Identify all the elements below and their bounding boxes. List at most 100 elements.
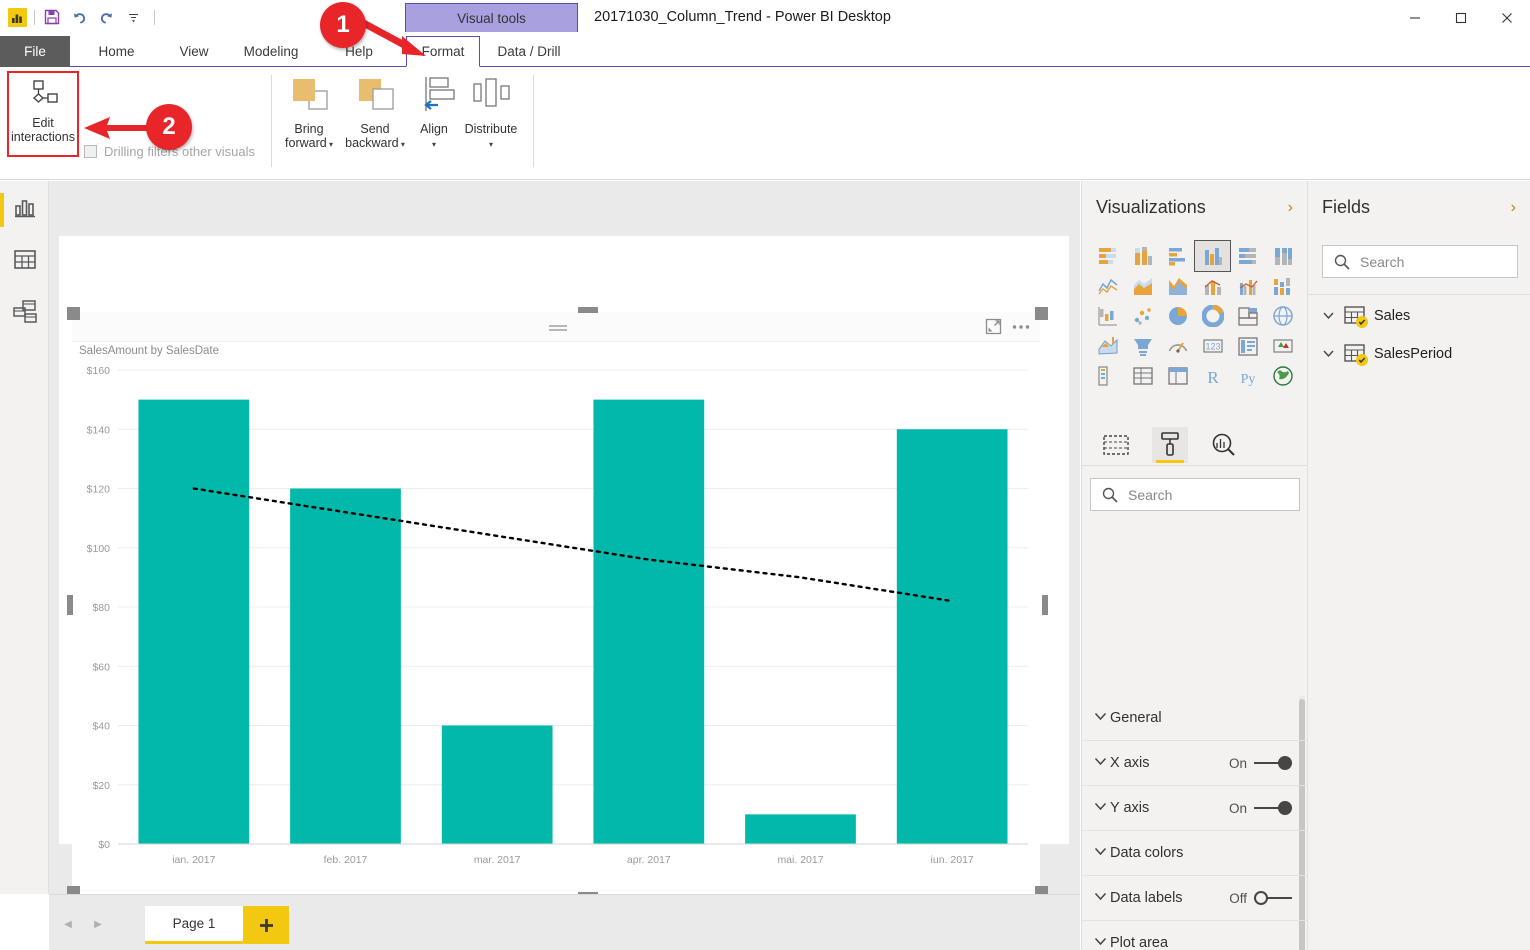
chevron-down-icon[interactable] <box>1094 892 1110 904</box>
send-backward-caret[interactable]: ▾ <box>399 140 405 149</box>
tab-home[interactable]: Home <box>80 36 153 67</box>
sidebar-item-data-view[interactable] <box>12 247 38 273</box>
kpi-icon[interactable] <box>1265 331 1300 361</box>
stacked-column-chart-icon[interactable] <box>1125 241 1160 271</box>
chevron-down-icon[interactable] <box>1094 757 1110 769</box>
format-section-data-colors[interactable]: Data colors <box>1082 831 1308 876</box>
line-stacked-column-chart-icon[interactable] <box>1195 271 1230 301</box>
report-canvas-area[interactable]: SalesAmount by SalesDate $0$20$40$60$80$… <box>49 181 1080 894</box>
distribute-button[interactable]: Distribute ▾ <box>459 73 523 152</box>
clustered-bar-chart-icon[interactable] <box>1160 241 1195 271</box>
bar[interactable] <box>138 400 249 844</box>
line-chart-icon[interactable] <box>1090 271 1125 301</box>
filter-menu-icon[interactable] <box>548 321 568 333</box>
selection-handle-bottom-left[interactable] <box>67 886 80 894</box>
tab-fields-pane[interactable] <box>1098 427 1134 463</box>
arcgis-maps-icon[interactable] <box>1265 361 1300 391</box>
page-prev-arrow[interactable]: ◀ <box>60 916 76 932</box>
tab-file[interactable]: File <box>0 36 70 67</box>
map-icon[interactable] <box>1265 301 1300 331</box>
matrix-icon[interactable] <box>1160 361 1195 391</box>
toggle-wrapper[interactable]: On <box>1229 801 1292 816</box>
tab-analytics-pane[interactable] <box>1206 427 1242 463</box>
more-options-icon[interactable] <box>1012 324 1030 330</box>
toggle-switch-off[interactable] <box>1254 891 1292 905</box>
edit-interactions-button[interactable]: Edit interactions <box>7 71 79 157</box>
page-next-arrow[interactable]: ▶ <box>90 916 106 932</box>
chevron-down-icon[interactable] <box>1094 802 1110 814</box>
area-chart-icon[interactable] <box>1125 271 1160 301</box>
maximize-button[interactable] <box>1438 0 1484 36</box>
waterfall-chart-icon[interactable] <box>1090 301 1125 331</box>
filled-map-icon[interactable] <box>1090 331 1125 361</box>
format-section-plot-area[interactable]: Plot area <box>1082 921 1308 950</box>
bar[interactable] <box>290 489 401 845</box>
bar[interactable] <box>442 726 553 845</box>
stacked-area-chart-icon[interactable] <box>1160 271 1195 301</box>
visualizations-pane-expand-icon[interactable]: › <box>1288 199 1293 217</box>
toggle-switch-on[interactable] <box>1254 801 1292 815</box>
format-section-data-labels[interactable]: Data labelsOff <box>1082 876 1308 921</box>
undo-icon[interactable] <box>69 7 89 27</box>
scatter-chart-icon[interactable] <box>1125 301 1160 331</box>
ribbon-chart-icon[interactable] <box>1265 271 1300 301</box>
donut-chart-icon[interactable] <box>1195 301 1230 331</box>
selection-handle-top-right[interactable] <box>1035 307 1048 320</box>
format-search-input[interactable]: Search <box>1090 478 1300 511</box>
gauge-icon[interactable] <box>1160 331 1195 361</box>
bar[interactable] <box>745 814 856 844</box>
fields-search-input[interactable]: Search <box>1322 245 1518 278</box>
selection-handle-top-center[interactable] <box>578 307 598 313</box>
bring-forward-button[interactable]: Bring forward ▾ <box>277 73 341 152</box>
customize-dropdown-icon[interactable] <box>123 7 143 27</box>
pie-chart-icon[interactable] <box>1160 301 1195 331</box>
format-section-y-axis[interactable]: Y axisOn <box>1082 786 1308 831</box>
selection-handle-middle-left[interactable] <box>67 595 73 615</box>
tab-format-pane[interactable] <box>1152 427 1188 463</box>
chevron-down-icon[interactable] <box>1094 712 1110 724</box>
fields-pane-expand-icon[interactable]: › <box>1511 199 1516 217</box>
100-stacked-column-chart-icon[interactable] <box>1265 241 1300 271</box>
drilling-filters-checkbox[interactable] <box>84 145 97 158</box>
chevron-down-icon[interactable] <box>1094 847 1110 859</box>
align-button[interactable]: Align ▾ <box>409 73 459 152</box>
treemap-icon[interactable] <box>1230 301 1265 331</box>
toggle-wrapper[interactable]: Off <box>1229 891 1292 906</box>
funnel-icon[interactable] <box>1125 331 1160 361</box>
tab-view[interactable]: View <box>163 36 225 67</box>
slicer-icon[interactable] <box>1090 361 1125 391</box>
chevron-down-icon[interactable] <box>1094 937 1110 949</box>
report-page-surface[interactable]: SalesAmount by SalesDate $0$20$40$60$80$… <box>59 236 1069 844</box>
toggle-switch-on[interactable] <box>1254 756 1292 770</box>
selection-handle-bottom-right[interactable] <box>1035 886 1048 894</box>
sidebar-item-report-view[interactable] <box>12 195 38 221</box>
selection-handle-middle-right[interactable] <box>1042 595 1048 615</box>
clustered-column-chart-icon[interactable] <box>1195 241 1230 271</box>
bar[interactable] <box>593 400 704 844</box>
100-stacked-bar-chart-icon[interactable] <box>1230 241 1265 271</box>
bar[interactable] <box>897 429 1008 844</box>
sidebar-item-model-view[interactable] <box>12 299 38 325</box>
python-visual-icon[interactable]: Py <box>1230 361 1265 391</box>
fields-table-salesperiod[interactable]: SalesPeriod <box>1322 344 1452 363</box>
minimize-button[interactable] <box>1392 0 1438 36</box>
table-icon[interactable] <box>1125 361 1160 391</box>
format-section-x-axis[interactable]: X axisOn <box>1082 741 1308 786</box>
r-script-visual-icon[interactable]: R <box>1195 361 1230 391</box>
add-page-button[interactable] <box>243 906 289 944</box>
multi-row-card-icon[interactable] <box>1230 331 1265 361</box>
distribute-caret[interactable]: ▾ <box>489 140 493 149</box>
redo-icon[interactable] <box>96 7 116 27</box>
page-tab-page-1[interactable]: Page 1 <box>145 906 243 944</box>
card-icon[interactable]: 123 <box>1195 331 1230 361</box>
fields-table-sales[interactable]: Sales <box>1322 306 1410 325</box>
bring-forward-caret[interactable]: ▾ <box>327 140 333 149</box>
line-clustered-column-chart-icon[interactable] <box>1230 271 1265 301</box>
column-chart-visual[interactable]: SalesAmount by SalesDate $0$20$40$60$80$… <box>72 312 1040 894</box>
send-backward-button[interactable]: Send backward ▾ <box>343 73 407 152</box>
focus-mode-icon[interactable] <box>985 318 1002 335</box>
close-button[interactable] <box>1484 0 1530 36</box>
stacked-bar-chart-icon[interactable] <box>1090 241 1125 271</box>
save-icon[interactable] <box>42 7 62 27</box>
align-caret[interactable]: ▾ <box>432 140 436 149</box>
